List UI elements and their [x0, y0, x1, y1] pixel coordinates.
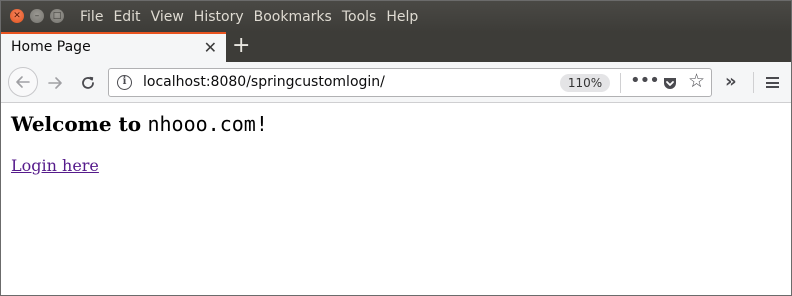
- menu-tools[interactable]: Tools: [342, 9, 377, 25]
- tab-home-page[interactable]: Home Page ✕: [1, 32, 226, 62]
- title-bar: ✕ – □ File Edit View History Bookmarks T…: [1, 1, 791, 32]
- tab-strip: Home Page ✕ +: [1, 32, 791, 62]
- pocket-icon[interactable]: [662, 75, 678, 95]
- more-actions-icon[interactable]: •••: [630, 70, 660, 91]
- bookmark-star-icon[interactable]: ☆: [688, 70, 705, 92]
- forward-button[interactable]: [43, 71, 67, 95]
- new-tab-icon[interactable]: +: [232, 33, 250, 59]
- browser-window: ✕ – □ File Edit View History Bookmarks T…: [0, 0, 792, 296]
- minimize-window-icon[interactable]: –: [30, 9, 44, 23]
- url-text[interactable]: localhost:8080/springcustomlogin/: [143, 74, 385, 90]
- login-link[interactable]: Login here: [11, 156, 99, 175]
- close-window-icon[interactable]: ✕: [10, 9, 24, 23]
- tab-title: Home Page: [11, 39, 91, 55]
- menu-file[interactable]: File: [80, 9, 103, 25]
- forward-arrow-icon: [48, 77, 62, 89]
- menu-edit[interactable]: Edit: [113, 9, 140, 25]
- zoom-level-badge[interactable]: 110%: [560, 74, 610, 92]
- back-button[interactable]: [8, 67, 38, 97]
- maximize-window-icon[interactable]: □: [50, 9, 64, 23]
- reload-icon: [82, 76, 94, 89]
- welcome-heading: Welcome to nhooo.com!: [11, 112, 268, 136]
- menu-view[interactable]: View: [151, 9, 184, 25]
- menu-history[interactable]: History: [194, 9, 244, 25]
- page-content: Welcome to nhooo.com! Login here: [1, 104, 791, 295]
- toolbar-divider: [753, 72, 754, 93]
- heading-exclamation: !: [255, 112, 268, 136]
- menu-bookmarks[interactable]: Bookmarks: [254, 9, 332, 25]
- heading-site-name: nhooo.com: [147, 112, 256, 136]
- navigation-toolbar: i localhost:8080/springcustomlogin/ 110%…: [1, 62, 791, 103]
- tab-close-icon[interactable]: ✕: [204, 38, 217, 57]
- url-bar[interactable]: i localhost:8080/springcustomlogin/ 110%…: [108, 68, 712, 97]
- reload-button[interactable]: [76, 71, 100, 95]
- back-arrow-icon: [16, 76, 30, 88]
- overflow-chevron-icon[interactable]: »: [725, 71, 737, 92]
- heading-welcome-text: Welcome to: [11, 112, 142, 136]
- menu-bar: File Edit View History Bookmarks Tools H…: [80, 1, 428, 32]
- hamburger-menu-icon[interactable]: [766, 77, 779, 88]
- url-bar-divider: [620, 73, 621, 93]
- info-icon[interactable]: i: [117, 75, 132, 90]
- menu-help[interactable]: Help: [386, 9, 418, 25]
